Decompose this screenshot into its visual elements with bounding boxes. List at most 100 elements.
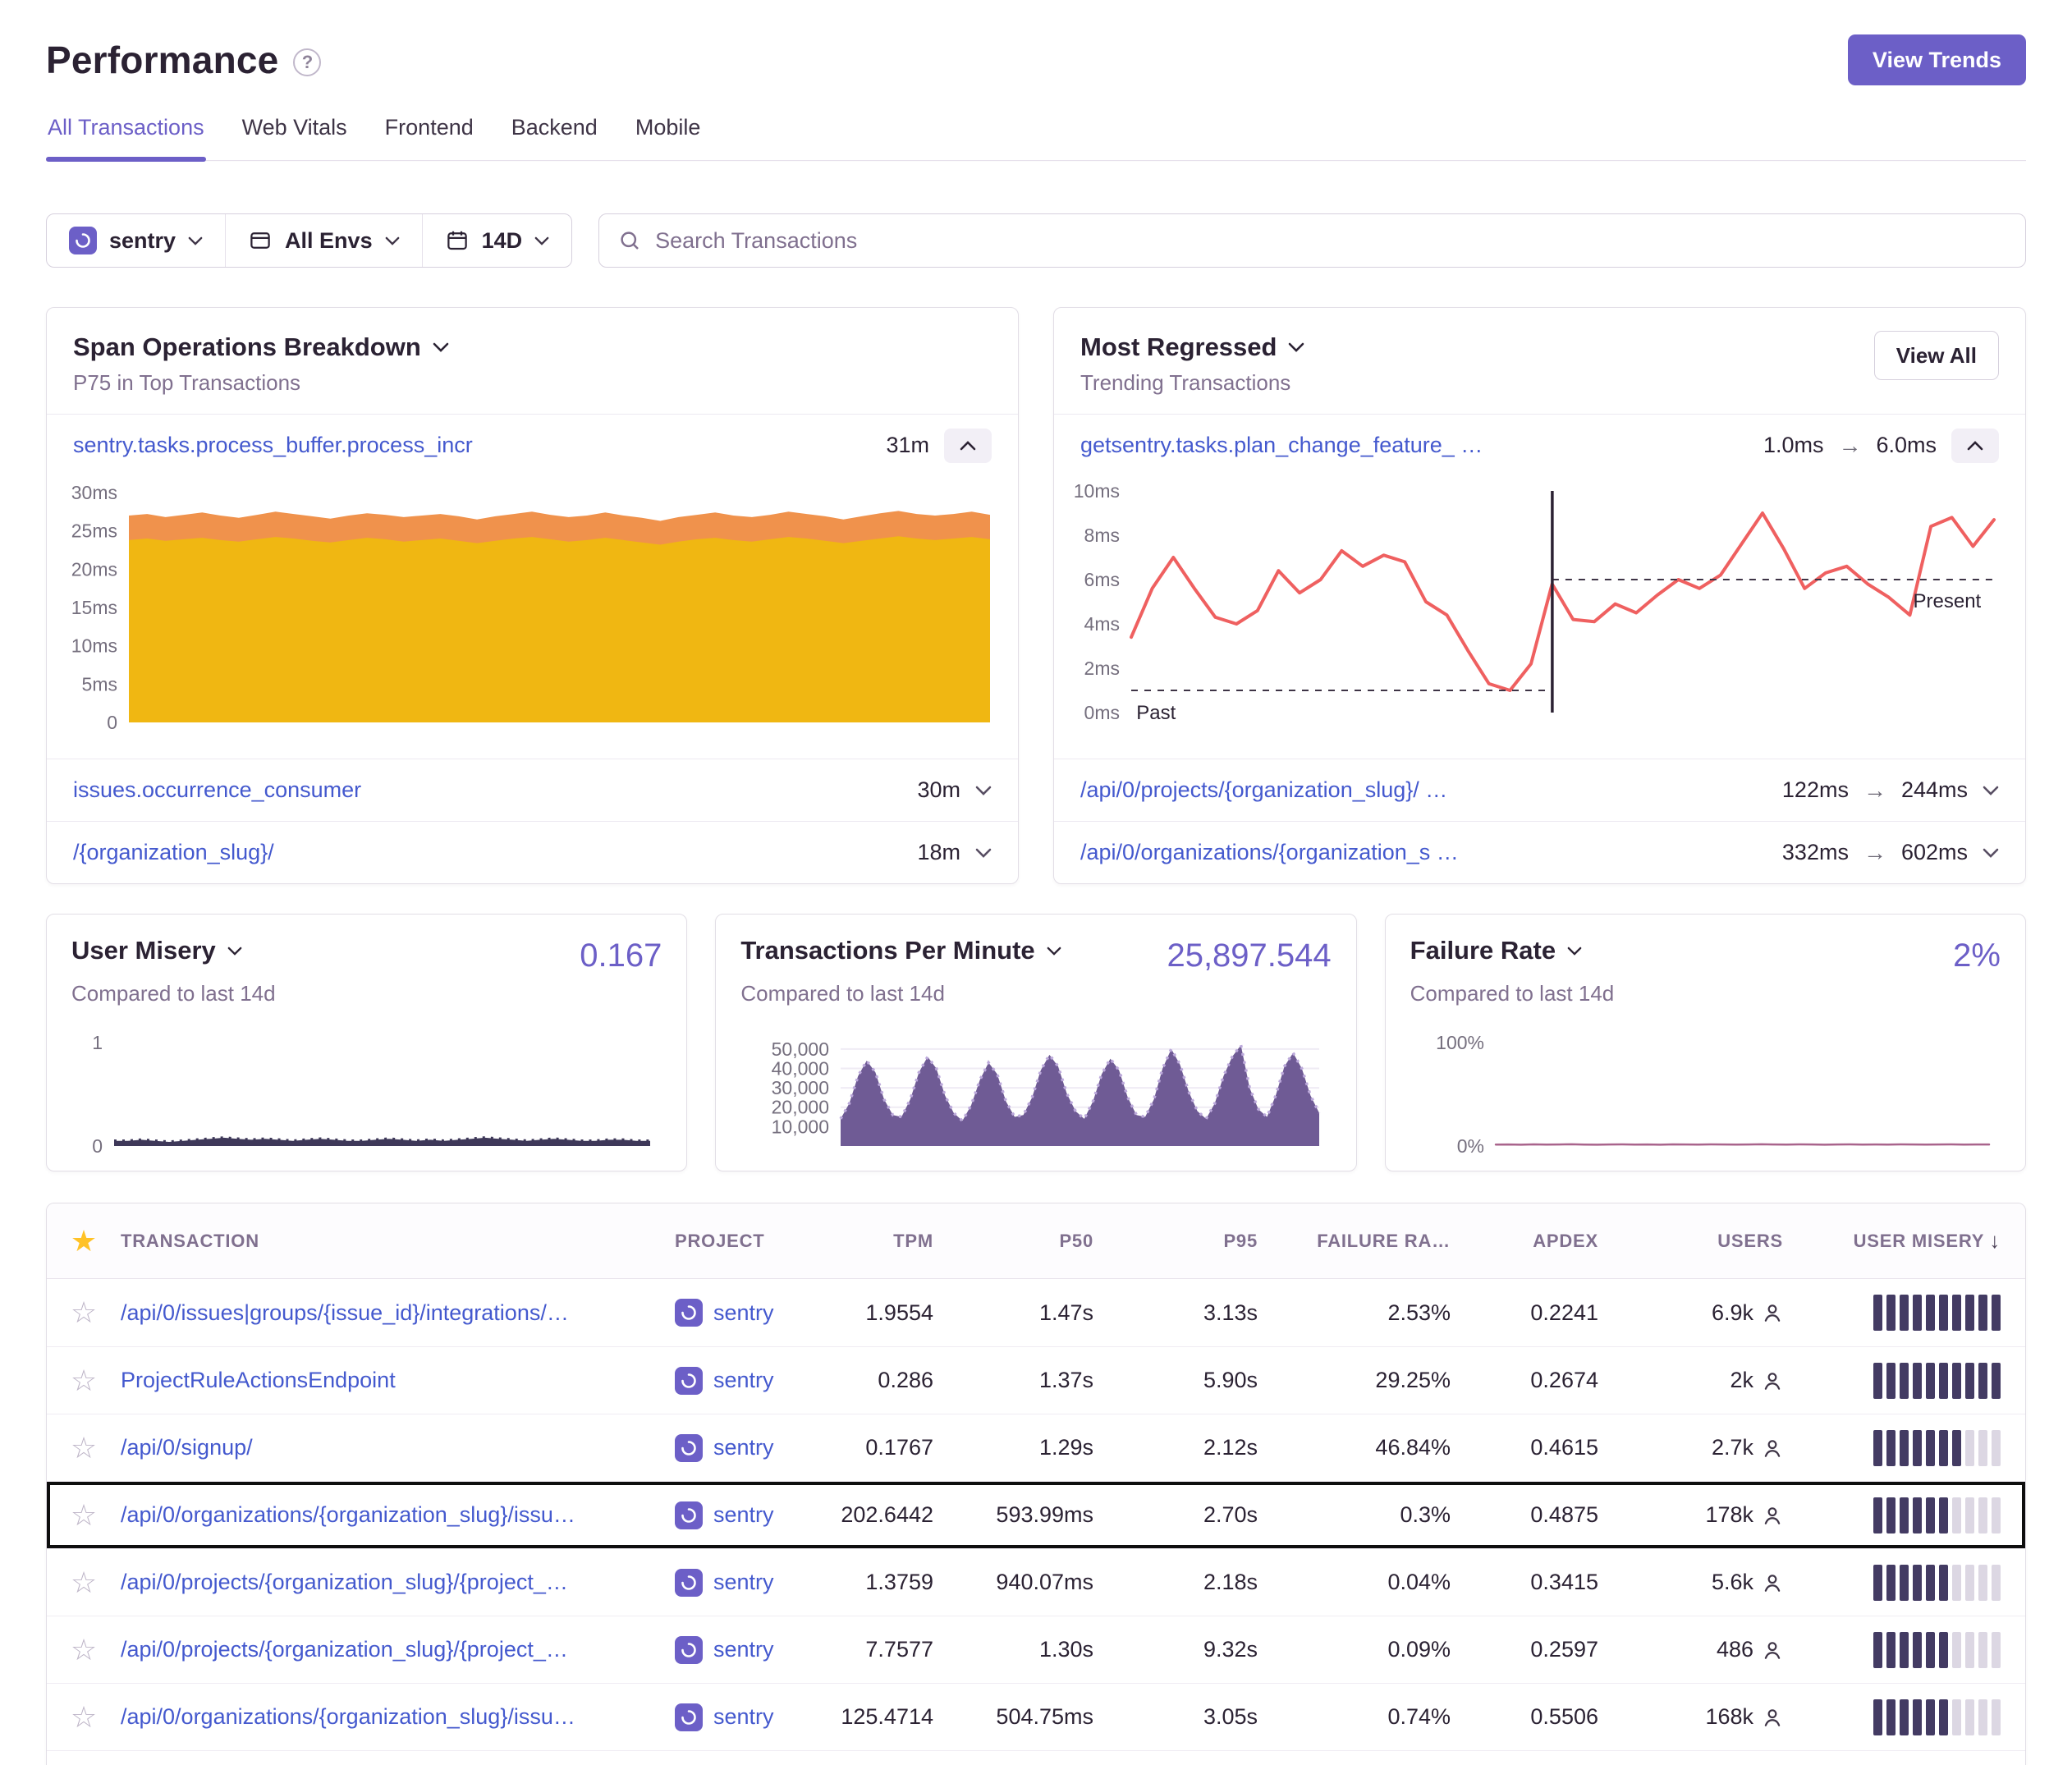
regressed-item: /api/0/projects/{organization_slug}/ … 1… — [1054, 759, 2025, 821]
transaction-link[interactable]: /api/0/projects/{organization_slug}/{pro… — [121, 1637, 655, 1662]
col-p50[interactable]: P50 — [958, 1231, 1118, 1252]
chevron-down-icon[interactable] — [1983, 786, 1999, 795]
tpm-title: Transactions Per Minute — [740, 936, 1034, 965]
p50-cell: 1.30s — [958, 1637, 1118, 1662]
transaction-link[interactable]: /api/0/organizations/{organization_slug}… — [121, 1704, 655, 1730]
user-misery-chart[interactable]: 10 — [71, 1033, 662, 1156]
user-misery-bars — [1808, 1632, 2025, 1668]
col-transaction[interactable]: TRANSACTION — [121, 1231, 675, 1252]
project-link[interactable]: sentry — [713, 1704, 774, 1730]
apdex-cell: 0.2241 — [1475, 1300, 1623, 1326]
user-misery-bars — [1808, 1699, 2025, 1735]
tab-mobile[interactable]: Mobile — [634, 110, 703, 160]
search-transactions-input[interactable] — [655, 228, 2007, 254]
span-op-value: 31m — [886, 433, 929, 458]
star-toggle-icon[interactable]: ☆ — [71, 1568, 97, 1598]
svg-text:Past: Past — [1136, 702, 1176, 724]
user-icon — [1762, 1370, 1783, 1391]
col-tpm[interactable]: TPM — [835, 1231, 958, 1252]
star-sort-header-icon[interactable]: ★ — [71, 1226, 97, 1256]
regressed-item: /api/0/organizations/{organization_s … 3… — [1054, 821, 2025, 883]
col-users[interactable]: USERS — [1623, 1231, 1808, 1252]
tab-frontend[interactable]: Frontend — [383, 110, 475, 160]
failure-rate-cell: 29.25% — [1282, 1368, 1475, 1393]
col-project[interactable]: PROJECT — [675, 1231, 835, 1252]
environment-selector[interactable]: All Envs — [225, 214, 422, 267]
collapse-button[interactable] — [1951, 429, 1999, 463]
project-link[interactable]: sentry — [713, 1300, 774, 1326]
user-misery-card: User Misery 0.167 Compared to last 14d 1… — [46, 914, 687, 1171]
regressed-item-expanded: getsentry.tasks.plan_change_feature_ … 1… — [1054, 414, 2025, 476]
star-toggle-icon[interactable]: ☆ — [71, 1433, 97, 1463]
failure-rate-title-dropdown[interactable]: Failure Rate — [1410, 936, 1582, 965]
col-user-misery[interactable]: USER MISERY ↓ — [1808, 1228, 2025, 1254]
col-apdex[interactable]: APDEX — [1475, 1231, 1623, 1252]
svg-text:0: 0 — [107, 712, 117, 733]
col-p95[interactable]: P95 — [1118, 1231, 1282, 1252]
view-trends-button[interactable]: View Trends — [1848, 34, 2026, 85]
table-header-row: ★ TRANSACTION PROJECT TPM P50 P95 FAILUR… — [47, 1203, 2025, 1279]
transaction-link[interactable]: /api/0/signup/ — [121, 1435, 655, 1460]
star-toggle-icon[interactable]: ☆ — [71, 1298, 97, 1327]
project-link[interactable]: sentry — [713, 1637, 774, 1662]
failure-rate-card: Failure Rate 2% Compared to last 14d 100… — [1385, 914, 2026, 1171]
span-op-link[interactable]: /{organization_slug}/ — [73, 840, 274, 865]
table-row: ☆ — [47, 1750, 2025, 1765]
span-operations-chart[interactable]: 30ms25ms20ms15ms10ms5ms0 — [50, 479, 998, 750]
most-regressed-title: Most Regressed — [1080, 332, 1277, 362]
chevron-down-icon[interactable] — [1983, 848, 1999, 858]
view-all-button[interactable]: View All — [1874, 331, 1999, 380]
transaction-link[interactable]: ProjectRuleActionsEndpoint — [121, 1368, 655, 1393]
tpm-cell: 1.3759 — [835, 1570, 958, 1595]
tpm-value: 25,897.544 — [1167, 938, 1331, 974]
project-link[interactable]: sentry — [713, 1502, 774, 1528]
project-link[interactable]: sentry — [713, 1368, 774, 1393]
user-icon — [1762, 1707, 1783, 1728]
tpm-title-dropdown[interactable]: Transactions Per Minute — [740, 936, 1061, 965]
transaction-link[interactable]: /api/0/projects/{organization_slug}/{pro… — [121, 1570, 655, 1595]
regressed-transaction-link[interactable]: /api/0/organizations/{organization_s … — [1080, 840, 1459, 865]
sentry-project-icon — [69, 227, 97, 254]
tab-backend[interactable]: Backend — [510, 110, 599, 160]
span-op-link[interactable]: issues.occurrence_consumer — [73, 777, 361, 803]
span-operations-title-dropdown[interactable]: Span Operations Breakdown — [73, 332, 449, 362]
transaction-link[interactable]: /api/0/issues|groups/{issue_id}/integrat… — [121, 1300, 655, 1326]
chevron-up-icon — [1967, 441, 1983, 451]
failure-rate-cell: 2.53% — [1282, 1300, 1475, 1326]
most-regressed-title-dropdown[interactable]: Most Regressed — [1080, 332, 1304, 362]
transaction-link[interactable]: /api/0/organizations/{organization_slug}… — [121, 1502, 655, 1528]
tab-all-transactions[interactable]: All Transactions — [46, 110, 206, 160]
chevron-down-icon[interactable] — [975, 786, 992, 795]
tab-web-vitals[interactable]: Web Vitals — [241, 110, 349, 160]
star-toggle-icon[interactable]: ☆ — [71, 1635, 97, 1665]
failure-rate-chart[interactable]: 100%0% — [1410, 1033, 2001, 1156]
tpm-cell: 0.1767 — [835, 1435, 958, 1460]
regressed-transaction-link[interactable]: getsentry.tasks.plan_change_feature_ … — [1080, 433, 1483, 458]
chevron-down-icon[interactable] — [975, 848, 992, 858]
p95-cell: 2.12s — [1118, 1435, 1282, 1460]
collapse-button[interactable] — [944, 429, 992, 463]
failure-rate-subtitle: Compared to last 14d — [1410, 981, 2001, 1006]
help-icon[interactable]: ? — [293, 48, 321, 76]
star-toggle-icon[interactable]: ☆ — [71, 1501, 97, 1530]
most-regressed-chart[interactable]: 10ms8ms6ms4ms2ms0msPastPresent — [1057, 479, 2006, 750]
star-toggle-icon[interactable]: ☆ — [71, 1703, 97, 1732]
chevron-down-icon — [188, 236, 203, 245]
svg-text:30ms: 30ms — [71, 482, 117, 503]
project-selector[interactable]: sentry — [47, 214, 225, 267]
span-op-link[interactable]: sentry.tasks.process_buffer.process_incr — [73, 433, 473, 458]
project-link[interactable]: sentry — [713, 1435, 774, 1460]
failure-rate-title: Failure Rate — [1410, 936, 1556, 965]
user-misery-bars — [1808, 1363, 2025, 1399]
col-failure-rate[interactable]: FAILURE RA… — [1282, 1231, 1475, 1252]
svg-text:0: 0 — [92, 1135, 103, 1156]
p50-cell: 593.99ms — [958, 1502, 1118, 1528]
date-range-selector[interactable]: 14D — [422, 214, 572, 267]
project-link[interactable]: sentry — [713, 1570, 774, 1595]
tpm-chart[interactable]: 50,00040,00030,00020,00010,000 — [740, 1033, 1331, 1156]
regressed-transaction-link[interactable]: /api/0/projects/{organization_slug}/ … — [1080, 777, 1447, 803]
star-toggle-icon[interactable]: ☆ — [71, 1366, 97, 1396]
failure-rate-cell: 0.04% — [1282, 1570, 1475, 1595]
user-misery-title-dropdown[interactable]: User Misery — [71, 936, 242, 965]
tpm-cell: 1.9554 — [835, 1300, 958, 1326]
